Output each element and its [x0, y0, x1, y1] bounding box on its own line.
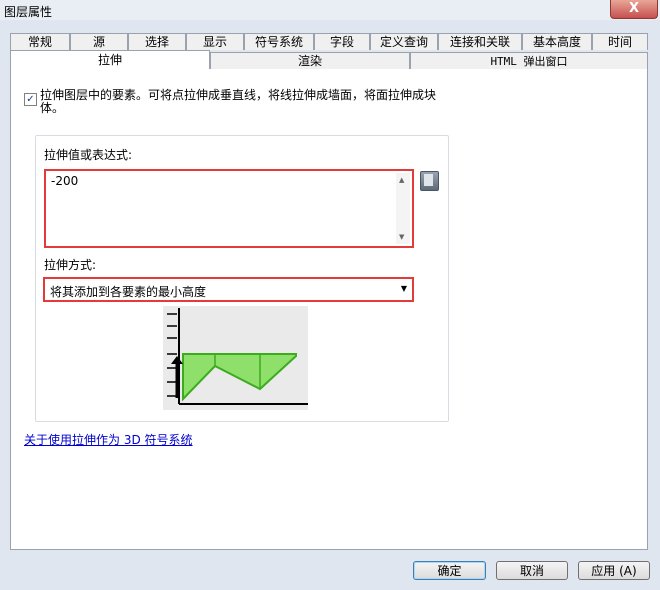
tab-joins-relates[interactable]: 连接和关联: [438, 33, 522, 50]
help-link[interactable]: 关于使用拉伸作为 3D 符号系统: [24, 431, 193, 448]
tab-base-heights[interactable]: 基本高度: [522, 33, 592, 50]
tab-source[interactable]: 源: [70, 33, 128, 50]
extrusion-diagram-graphic: [167, 308, 308, 405]
expression-builder-button[interactable]: [420, 171, 439, 191]
extrusion-value-field[interactable]: -200 ▲ ▼: [44, 169, 414, 248]
apply-button[interactable]: 应用 (A): [578, 561, 650, 580]
extrusion-diagram: [163, 306, 308, 410]
tab-display[interactable]: 显示: [186, 33, 244, 50]
close-button[interactable]: X: [610, 0, 658, 19]
calculator-icon: [424, 174, 433, 186]
extrusion-method-select[interactable]: 将其添加到各要素的最小高度 ▼: [43, 277, 414, 302]
extrusion-method-value: 将其添加到各要素的最小高度: [50, 285, 207, 299]
tab-definition-query[interactable]: 定义查询: [370, 33, 438, 50]
cancel-button[interactable]: 取消: [496, 561, 568, 580]
chevron-down-icon[interactable]: ▼: [401, 284, 407, 293]
tab-extrusion[interactable]: 拉伸: [10, 50, 210, 69]
scroll-down-icon[interactable]: ▼: [399, 233, 404, 241]
title-bar: 图层属性 X: [0, 0, 660, 20]
extrusion-method-label: 拉伸方式:: [44, 258, 97, 272]
window-title: 图层属性: [4, 5, 53, 19]
extrusion-value-label: 拉伸值或表达式:: [44, 148, 133, 162]
value-scrollbar[interactable]: ▲ ▼: [396, 173, 410, 244]
tab-selection[interactable]: 选择: [128, 33, 186, 50]
tab-time[interactable]: 时间: [592, 33, 648, 50]
tab-general[interactable]: 常规: [10, 33, 70, 50]
tab-rendering[interactable]: 渲染: [210, 52, 410, 69]
extrude-checkbox-label: 拉伸图层中的要素。可将点拉伸成垂直线，将线拉伸成墙面，将面拉伸成块体。: [40, 88, 437, 115]
extrude-checkbox[interactable]: ✓: [24, 93, 37, 106]
tab-fields[interactable]: 字段: [314, 33, 370, 50]
close-icon[interactable]: X: [629, 1, 639, 16]
ok-button[interactable]: 确定: [413, 561, 486, 580]
tab-html-popup[interactable]: HTML 弹出窗口: [410, 52, 648, 69]
extrusion-value-text[interactable]: -200: [51, 174, 78, 188]
tab-symbology[interactable]: 符号系统: [244, 33, 314, 50]
scroll-up-icon[interactable]: ▲: [399, 176, 404, 184]
